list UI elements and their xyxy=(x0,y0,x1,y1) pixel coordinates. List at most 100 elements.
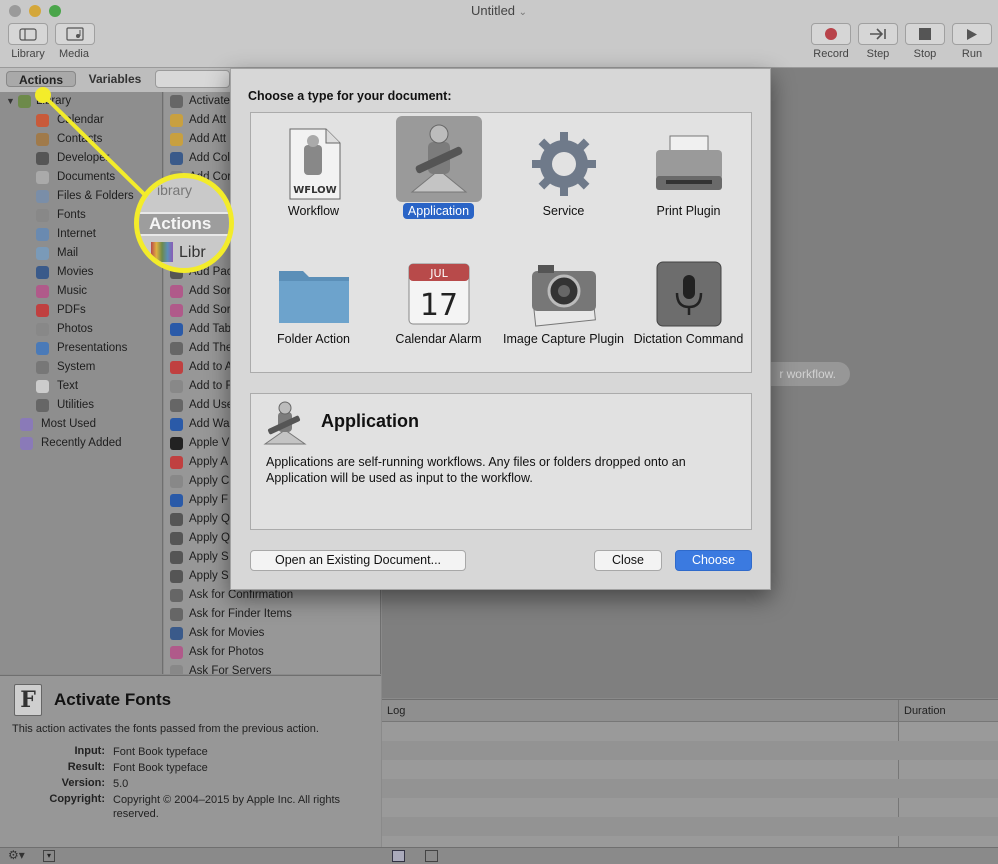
type-dictation-command-label: Dictation Command xyxy=(633,332,744,346)
version-label: Version: xyxy=(61,777,105,789)
type-application-label: Application xyxy=(376,203,501,219)
internet-icon xyxy=(36,228,49,241)
type-calendar-alarm[interactable]: JUL 17 Calendar Alarm xyxy=(376,243,501,373)
calendar-icon xyxy=(36,114,49,127)
type-calendar-alarm-label: Calendar Alarm xyxy=(395,332,482,346)
service-gear-icon xyxy=(521,121,607,207)
application-icon xyxy=(396,116,482,202)
type-workflow-label: Workflow xyxy=(287,204,340,218)
document-type-dialog: Choose a type for your document: WFLOW W… xyxy=(230,68,771,590)
log-header: Log Duration xyxy=(382,700,998,848)
action-icon xyxy=(170,342,183,355)
version-value: 5.0 xyxy=(113,778,129,790)
magnified-library-text: Libr xyxy=(179,244,206,261)
pdfs-icon xyxy=(36,304,49,317)
input-value: Font Book typeface xyxy=(113,746,208,758)
magnified-actions-tab: Actions xyxy=(139,212,229,236)
gear-menu-icon[interactable]: ⚙▾ xyxy=(8,848,25,862)
camera-icon xyxy=(521,251,607,337)
action-icon xyxy=(170,456,183,469)
smart-folder-icon xyxy=(20,437,33,450)
log-row xyxy=(382,817,998,836)
tab-variables[interactable]: Variables xyxy=(80,71,150,87)
files-folders-icon xyxy=(36,190,49,203)
record-button[interactable] xyxy=(811,23,851,45)
log-column-header[interactable]: Log xyxy=(387,705,405,717)
action-icon xyxy=(170,570,183,583)
svg-text:WFLOW: WFLOW xyxy=(293,185,336,196)
action-icon xyxy=(170,494,183,507)
developer-icon xyxy=(36,152,49,165)
music-icon xyxy=(36,285,49,298)
description-summary: This action activates the fonts passed f… xyxy=(12,723,319,735)
run-icon xyxy=(967,28,977,40)
record-icon xyxy=(825,28,837,40)
tab-actions[interactable]: Actions xyxy=(6,71,76,87)
log-row xyxy=(382,741,998,760)
disclosure-triangle-icon[interactable]: ▼ xyxy=(6,92,15,111)
step-button[interactable] xyxy=(858,23,898,45)
action-icon xyxy=(170,418,183,431)
media-toggle-button[interactable] xyxy=(55,23,95,45)
window-title: Untitled ⌄ xyxy=(470,3,528,18)
close-button[interactable]: Close xyxy=(594,550,662,571)
split-view-icon[interactable] xyxy=(425,850,438,862)
type-image-capture-plugin-label: Image Capture Plugin xyxy=(503,332,624,346)
action-icon xyxy=(170,114,183,127)
photos-icon xyxy=(36,323,49,336)
result-value: Font Book typeface xyxy=(113,762,208,774)
type-service[interactable]: Service xyxy=(501,113,626,238)
document-type-grid: WFLOW Workflow Application Service Print… xyxy=(250,112,752,373)
action-icon xyxy=(170,646,183,659)
utilities-icon xyxy=(36,399,49,412)
detail-title: Application xyxy=(321,411,419,431)
application-icon xyxy=(261,400,309,451)
type-print-plugin[interactable]: Print Plugin xyxy=(626,113,751,238)
calendar-icon: JUL 17 xyxy=(396,251,482,337)
open-existing-document-button[interactable]: Open an Existing Document... xyxy=(250,550,466,571)
log-pane: Log Duration xyxy=(382,699,998,848)
type-folder-action[interactable]: Folder Action xyxy=(251,243,376,373)
copyright-label: Copyright: xyxy=(49,793,105,805)
copyright-value: Copyright © 2004–2015 by Apple Inc. All … xyxy=(113,794,341,820)
type-image-capture-plugin[interactable]: Image Capture Plugin xyxy=(501,243,626,373)
action-icon xyxy=(170,532,183,545)
mail-icon xyxy=(36,247,49,260)
bottom-bar: ⚙▾ ▾ xyxy=(0,847,998,864)
action-icon xyxy=(170,589,183,602)
font-book-icon: F xyxy=(14,684,42,716)
system-icon xyxy=(36,361,49,374)
svg-text:JUL: JUL xyxy=(429,267,448,280)
choose-button[interactable]: Choose xyxy=(675,550,752,571)
result-label: Result: xyxy=(67,761,105,773)
input-label: Input: xyxy=(74,745,105,757)
step-icon xyxy=(870,28,886,40)
action-icon xyxy=(170,95,183,108)
type-folder-action-label: Folder Action xyxy=(277,332,350,346)
window-toolbar: Untitled ⌄ Library Media Record Step Sto… xyxy=(0,0,998,68)
action-icon xyxy=(170,361,183,374)
presentations-icon xyxy=(36,342,49,355)
folder-icon xyxy=(271,251,357,337)
type-dictation-command[interactable]: Dictation Command xyxy=(626,243,751,373)
text-icon xyxy=(36,380,49,393)
search-input[interactable] xyxy=(155,70,230,88)
duration-column-header[interactable]: Duration xyxy=(904,705,946,717)
type-detail-box: Application Applications are self-runnin… xyxy=(250,393,752,530)
library-books-icon xyxy=(18,95,31,108)
library-toggle-button[interactable] xyxy=(8,23,48,45)
smart-folder-icon xyxy=(20,418,33,431)
list-view-icon[interactable] xyxy=(392,850,405,862)
run-button[interactable] xyxy=(952,23,992,45)
action-icon xyxy=(170,513,183,526)
action-icon xyxy=(170,551,183,564)
description-toggle-icon[interactable]: ▾ xyxy=(43,850,55,862)
type-application[interactable]: Application xyxy=(376,113,501,238)
type-workflow[interactable]: WFLOW Workflow xyxy=(251,113,376,238)
media-icon xyxy=(66,27,84,41)
action-icon xyxy=(170,437,183,450)
library-books-icon xyxy=(151,242,173,262)
movies-icon xyxy=(36,266,49,279)
library-icon xyxy=(19,27,37,41)
stop-button[interactable] xyxy=(905,23,945,45)
